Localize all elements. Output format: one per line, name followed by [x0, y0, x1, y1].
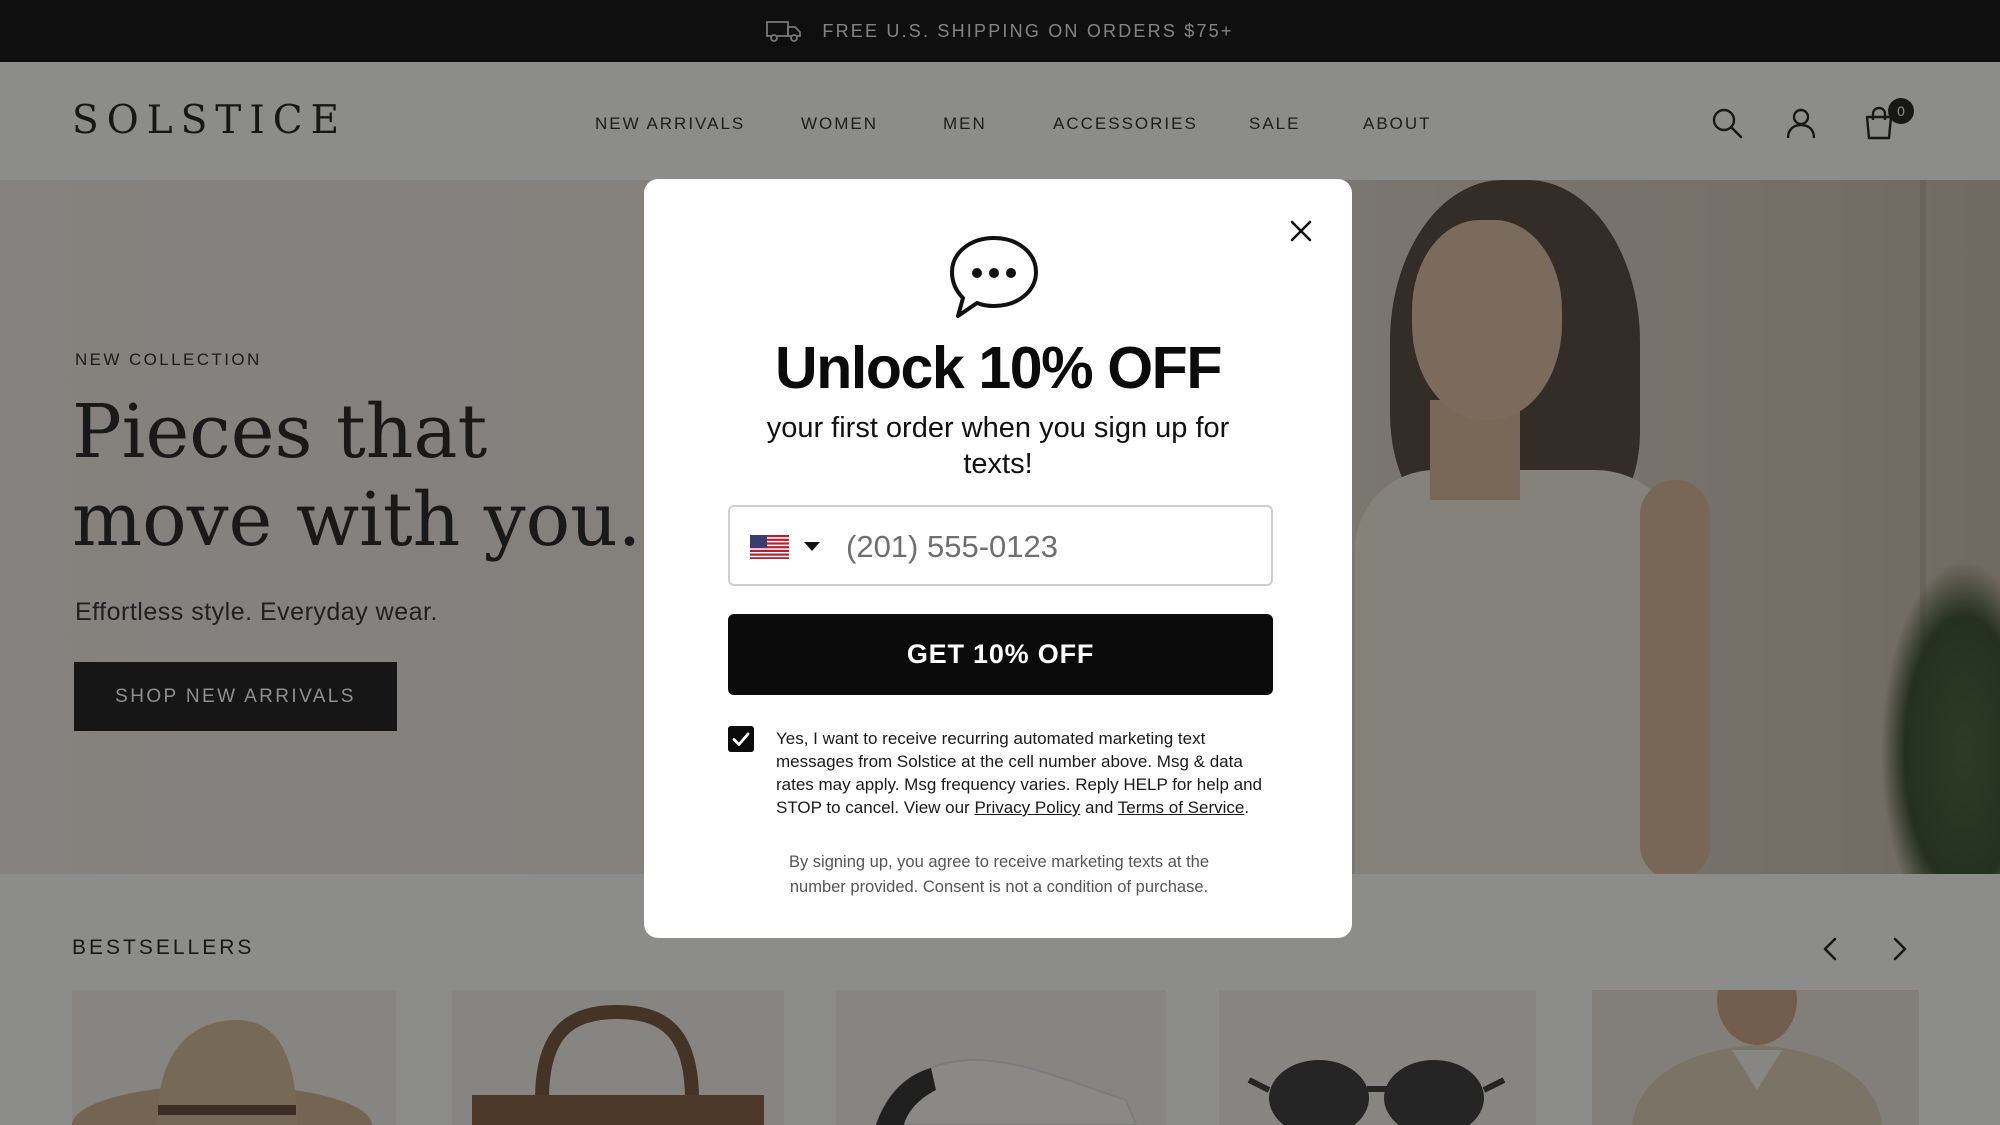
consent-and: and	[1080, 798, 1118, 817]
country-dropdown-caret-icon[interactable]	[804, 542, 820, 551]
us-flag-icon[interactable]	[750, 535, 789, 559]
privacy-policy-link[interactable]: Privacy Policy	[974, 798, 1080, 817]
modal-title: Unlock 10% OFF	[775, 335, 1222, 401]
consent-text: Yes, I want to receive recurring automat…	[776, 727, 1276, 819]
consent-period: .	[1244, 798, 1250, 817]
modal-subtitle: your first order when you sign up for te…	[766, 412, 1230, 480]
terms-of-service-link[interactable]: Terms of Service	[1118, 798, 1245, 817]
phone-field	[728, 505, 1273, 586]
get-discount-button[interactable]: GET 10% OFF	[728, 614, 1273, 695]
fine-print: By signing up, you agree to receive mark…	[788, 853, 1210, 896]
consent-checkbox[interactable]	[728, 726, 754, 752]
chat-bubble-icon	[950, 236, 1038, 318]
phone-input[interactable]	[846, 525, 1246, 569]
close-icon[interactable]	[1282, 212, 1320, 250]
